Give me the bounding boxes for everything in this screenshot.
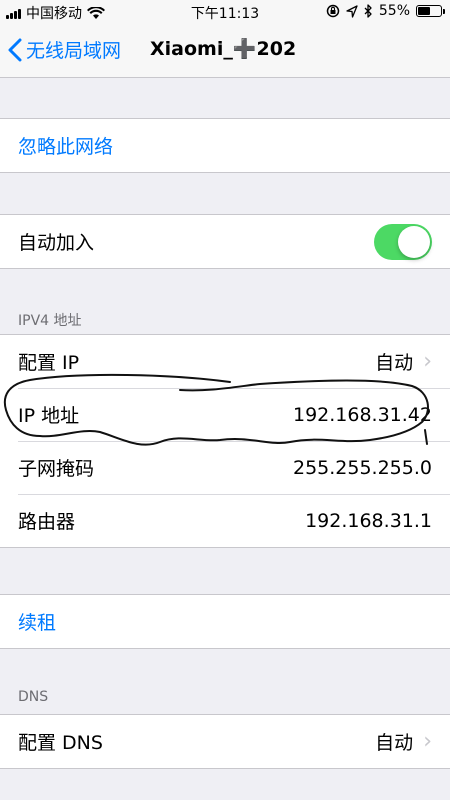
back-button[interactable]: 无线局域网 [8,36,121,63]
navigation-bar: 无线局域网 Xiaomi_➕202 [0,24,450,78]
ipv4-section-header: IPV4 地址 [18,313,82,329]
bluetooth-icon [364,4,372,18]
configure-ip-value: 自动 [375,352,414,374]
router-value: 192.168.31.1 [305,509,432,532]
status-bar: 中国移动 下午11:13 55% [0,0,450,24]
battery-icon [416,5,445,17]
renew-lease-label: 续租 [18,612,57,634]
chevron-right-icon: › [423,728,432,754]
ip-address-row: IP 地址 192.168.31.42 [0,388,450,441]
forget-network-button[interactable]: 忽略此网络 [0,119,450,172]
configure-dns-row[interactable]: 配置 DNS 自动 › [0,715,450,768]
forget-network-label: 忽略此网络 [18,136,114,158]
configure-ip-label: 配置 IP [18,352,80,374]
battery-percent: 55% [378,3,410,19]
auto-join-group: 自动加入 [0,214,450,269]
toggle-knob [398,225,430,258]
dns-section-header: DNS [18,689,49,705]
router-label: 路由器 [18,511,76,533]
subnet-mask-value: 255.255.255.0 [292,456,432,479]
ipv4-group: 配置 IP 自动 › IP 地址 192.168.31.42 子网掩码 255.… [0,334,450,548]
chevron-left-icon [8,38,22,61]
rotation-lock-icon [326,4,340,18]
dns-group: 配置 DNS 自动 › [0,714,450,769]
subnet-mask-label: 子网掩码 [18,458,95,480]
auto-join-row: 自动加入 [0,215,450,268]
page-title: Xiaomi_➕202 [150,38,297,60]
configure-dns-label: 配置 DNS [18,732,103,754]
forget-network-group: 忽略此网络 [0,118,450,173]
status-right: 55% [326,3,445,19]
auto-join-label: 自动加入 [18,232,95,254]
ip-address-value: 192.168.31.42 [292,403,432,426]
location-icon [346,4,358,18]
renew-lease-group: 续租 [0,594,450,649]
subnet-mask-row: 子网掩码 255.255.255.0 [0,441,450,494]
back-label: 无线局域网 [26,40,122,62]
configure-dns-value: 自动 [375,732,414,754]
configure-ip-row[interactable]: 配置 IP 自动 › [0,335,450,388]
renew-lease-button[interactable]: 续租 [0,595,450,648]
router-row: 路由器 192.168.31.1 [0,494,450,547]
ip-address-label: IP 地址 [18,405,80,427]
auto-join-toggle[interactable] [374,223,432,260]
chevron-right-icon: › [423,348,432,374]
